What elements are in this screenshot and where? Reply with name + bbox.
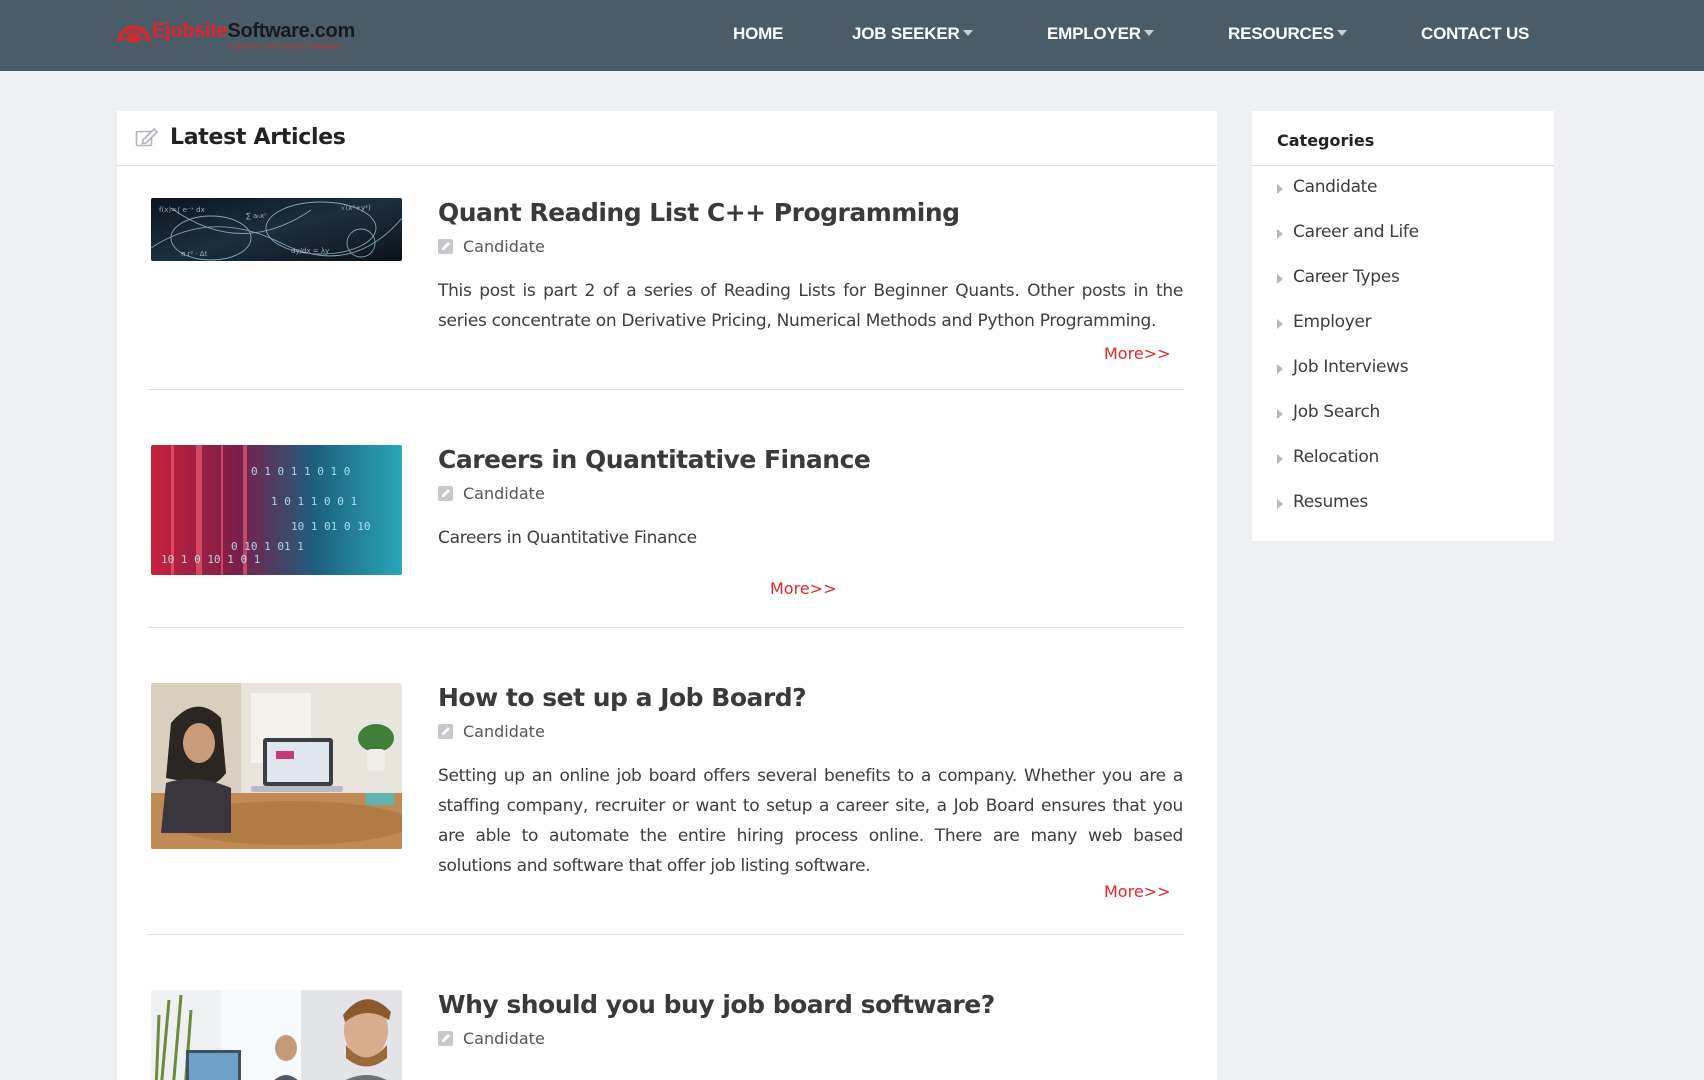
article-excerpt: Setting up an online job board offers se… — [438, 766, 1183, 876]
caret-right-icon — [1277, 364, 1283, 374]
logo-name-red: Ejobsite — [152, 20, 228, 42]
binary-code-image: 0 1 0 1 1 0 1 0 1 0 1 1 0 0 1 10 1 01 0 … — [151, 445, 402, 575]
svg-text:∑ aₙxⁿ: ∑ aₙxⁿ — [246, 212, 267, 220]
edit-note-icon — [438, 486, 453, 501]
svg-text:1 0 1 1 0 0 1: 1 0 1 1 0 0 1 — [271, 495, 357, 508]
article-title[interactable]: Careers in Quantitative Finance — [438, 445, 871, 474]
article-divider — [148, 627, 1184, 628]
nav-job-seeker-label: JOB SEEKER — [852, 24, 960, 43]
sidebar-item-label: Career Types — [1293, 267, 1400, 287]
svg-text:10 1 01 0 10: 10 1 01 0 10 — [291, 520, 370, 533]
svg-text:0 10 1 01 1: 0 10 1 01 1 — [231, 540, 304, 553]
svg-text:f(x)=∫ e⁻ˣ dx: f(x)=∫ e⁻ˣ dx — [159, 206, 205, 214]
site-logo[interactable]: EjobsiteSoftware.com Custom Job Board So… — [117, 18, 367, 52]
top-navbar: EjobsiteSoftware.com Custom Job Board So… — [0, 0, 1704, 71]
nav-resources[interactable]: RESOURCES — [1228, 24, 1347, 46]
nav-employer-label: EMPLOYER — [1047, 24, 1141, 43]
caret-right-icon — [1277, 319, 1283, 329]
categories-sidebar: Categories Candidate Career and Life Car… — [1252, 111, 1554, 541]
caret-right-icon — [1277, 409, 1283, 419]
logo-tagline: Custom Job Board Software — [229, 41, 342, 51]
sidebar-header: Categories — [1252, 111, 1554, 166]
men-in-office-image — [151, 990, 402, 1080]
article-thumbnail[interactable] — [151, 990, 402, 1080]
caret-right-icon — [1277, 499, 1283, 509]
sidebar-item-label: Job Search — [1293, 402, 1381, 422]
category-label: Candidate — [463, 722, 545, 741]
article-excerpt: This post is part 2 of a series of Readi… — [438, 281, 1183, 331]
sidebar-item-label: Resumes — [1293, 492, 1368, 512]
svg-text:0 1 0 1 1 0 1 0: 0 1 0 1 1 0 1 0 — [251, 465, 350, 478]
edit-note-icon — [438, 724, 453, 739]
caret-down-icon — [962, 30, 973, 36]
edit-icon — [135, 127, 159, 147]
article-title[interactable]: Why should you buy job board software? — [438, 990, 995, 1019]
svg-text:√(x²+y²): √(x²+y²) — [341, 204, 371, 212]
edit-note-icon — [438, 239, 453, 254]
sidebar-item-label: Job Interviews — [1293, 357, 1409, 377]
logo-wordmark: EjobsiteSoftware.com — [152, 20, 355, 43]
nav-job-seeker[interactable]: JOB SEEKER — [852, 24, 973, 46]
article-item: f(x)=∫ e⁻ˣ dx ∑ aₙxⁿ dy/dx = λy √(x²+y²)… — [149, 198, 1185, 363]
more-link[interactable]: More>> — [1104, 882, 1170, 901]
sidebar-title: Categories — [1277, 131, 1375, 150]
caret-right-icon — [1277, 229, 1283, 239]
more-link[interactable]: More>> — [1104, 344, 1170, 363]
article-title[interactable]: Quant Reading List C++ Programming — [438, 198, 960, 227]
logo-sunburst-icon — [117, 25, 151, 43]
article-thumbnail[interactable]: 0 1 0 1 1 0 1 0 1 0 1 1 0 0 1 10 1 01 0 … — [151, 445, 402, 575]
article-divider — [148, 389, 1184, 390]
nav-home-label: HOME — [733, 24, 784, 43]
sidebar-item-label: Career and Life — [1293, 222, 1419, 242]
article-thumbnail[interactable]: f(x)=∫ e⁻ˣ dx ∑ aₙxⁿ dy/dx = λy √(x²+y²)… — [151, 198, 402, 261]
woman-at-laptop-image — [151, 683, 402, 849]
nav-contact-us-label: CONTACT US — [1421, 24, 1530, 43]
article-excerpt: Careers in Quantitative Finance — [438, 528, 697, 548]
svg-text:10 1 0 10 1 0 1: 10 1 0 10 1 0 1 — [161, 553, 260, 566]
category-label: Candidate — [463, 1029, 545, 1048]
page-title: Latest Articles — [170, 125, 346, 150]
caret-down-icon — [1336, 30, 1347, 36]
svg-text:π r² · Δt: π r² · Δt — [181, 250, 208, 258]
article-thumbnail[interactable] — [151, 683, 402, 849]
nav-employer[interactable]: EMPLOYER — [1047, 24, 1154, 46]
latest-articles-panel: Latest Articles f(x)=∫ e⁻ˣ dx ∑ aₙxⁿ dy/… — [117, 111, 1217, 1080]
article-item: Why should you buy job board software? C… — [149, 990, 1185, 1080]
nav-home[interactable]: HOME — [733, 24, 783, 46]
sidebar-item-label: Employer — [1293, 312, 1372, 332]
panel-header: Latest Articles — [117, 111, 1217, 166]
more-link[interactable]: More>> — [770, 579, 836, 598]
article-item: How to set up a Job Board? Candidate Set… — [149, 683, 1185, 923]
caret-down-icon — [1143, 30, 1154, 36]
sidebar-item-label: Candidate — [1293, 177, 1378, 197]
category-label: Candidate — [463, 237, 545, 256]
nav-contact-us[interactable]: CONTACT US — [1421, 24, 1529, 46]
caret-right-icon — [1277, 454, 1283, 464]
category-label: Candidate — [463, 484, 545, 503]
math-formulas-image: f(x)=∫ e⁻ˣ dx ∑ aₙxⁿ dy/dx = λy √(x²+y²)… — [151, 198, 402, 261]
svg-text:dy/dx = λy: dy/dx = λy — [291, 247, 329, 255]
article-divider — [148, 934, 1184, 935]
edit-note-icon — [438, 1031, 453, 1046]
nav-resources-label: RESOURCES — [1228, 24, 1334, 43]
sidebar-item-label: Relocation — [1293, 447, 1379, 467]
article-item: 0 1 0 1 1 0 1 0 1 0 1 1 0 0 1 10 1 01 0 … — [149, 445, 1185, 598]
caret-right-icon — [1277, 184, 1283, 194]
logo-name-dark: Software.com — [227, 20, 355, 42]
caret-right-icon — [1277, 274, 1283, 284]
article-title[interactable]: How to set up a Job Board? — [438, 683, 807, 712]
